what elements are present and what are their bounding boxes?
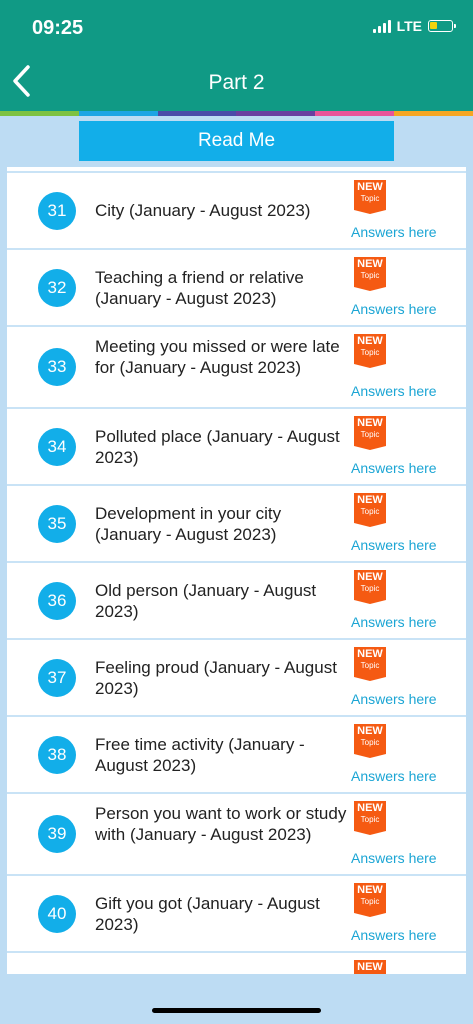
badge-new-label: NEW xyxy=(357,725,383,737)
new-topic-badge: NEWTopic xyxy=(354,570,386,604)
topic-number-badge: 39 xyxy=(38,815,76,853)
list-item[interactable]: 32 Teaching a friend or relative (January… xyxy=(7,248,466,325)
topic-number-badge: 40 xyxy=(38,894,76,933)
new-topic-badge: NEWTopic xyxy=(354,647,386,681)
answers-link[interactable]: Answers here xyxy=(351,301,437,317)
topic-title: Teaching a friend or relative (January -… xyxy=(95,267,304,308)
badge-new-label: NEW xyxy=(357,961,383,973)
new-topic-badge: NEWTopic xyxy=(354,416,386,450)
badge-new-label: NEW xyxy=(357,571,383,583)
status-time: 09:25 xyxy=(32,17,84,39)
read-me-button[interactable]: Read Me xyxy=(79,121,394,161)
topic-number-badge: 32 xyxy=(38,268,76,307)
badge-new-label: NEW xyxy=(357,494,383,506)
topic-title: Person you want to work or study with (J… xyxy=(95,803,347,844)
topic-number-badge: 38 xyxy=(38,735,76,774)
badge-topic-label: Topic xyxy=(360,584,380,593)
answers-link[interactable]: Answers here xyxy=(351,224,437,240)
topic-number-badge: 31 xyxy=(38,191,76,230)
topic-list[interactable]: 31 City (January - August 2023) Answers he… xyxy=(7,167,466,974)
list-item[interactable]: 39 Person you want to work or study with … xyxy=(7,792,466,874)
badge-new-label: NEW xyxy=(357,417,383,429)
color-stripe xyxy=(0,111,473,116)
list-item[interactable]: 31 City (January - August 2023) Answers he… xyxy=(7,171,466,248)
topic-title: Old person (January - August 2023) xyxy=(95,580,317,621)
topic-number-badge: 35 xyxy=(38,504,76,543)
status-indicators: LTE xyxy=(372,18,456,34)
topic-title: City (January - August 2023) xyxy=(95,201,311,220)
badge-topic-label: Topic xyxy=(360,194,380,203)
topic-title: Polluted place (January - August 2023) xyxy=(95,426,340,467)
list-item[interactable]: 37 Feeling proud (January - August 2023) A… xyxy=(7,638,466,715)
list-item[interactable]: 33 Meeting you missed or were late for (J… xyxy=(7,325,466,407)
list-item[interactable]: 36 Old person (January - August 2023) Answ… xyxy=(7,561,466,638)
stripe-segment xyxy=(236,111,316,116)
new-topic-badge: NEWTopic xyxy=(354,801,386,835)
battery-icon xyxy=(428,20,456,32)
list-item[interactable]: 34 Polluted place (January - August 2023)… xyxy=(7,407,466,484)
list-item[interactable]: NEWTopic xyxy=(7,951,466,974)
home-indicator[interactable] xyxy=(152,1008,321,1013)
badge-new-label: NEW xyxy=(357,648,383,660)
stripe-segment xyxy=(78,111,158,116)
badge-topic-label: Topic xyxy=(360,661,380,670)
answers-link[interactable]: Answers here xyxy=(351,768,437,784)
topic-title: Feeling proud (January - August 2023) xyxy=(95,657,337,698)
badge-topic-label: Topic xyxy=(360,430,380,439)
answers-link[interactable]: Answers here xyxy=(351,460,437,476)
topic-title: Free time activity (January - August 202… xyxy=(95,734,305,775)
new-topic-badge: NEWTopic xyxy=(354,257,386,291)
badge-new-label: NEW xyxy=(357,335,383,347)
new-topic-badge: NEWTopic xyxy=(354,334,386,368)
new-topic-badge: NEWTopic xyxy=(354,883,386,917)
new-topic-badge: NEWTopic xyxy=(354,724,386,758)
badge-new-label: NEW xyxy=(357,884,383,896)
stripe-segment xyxy=(315,111,395,116)
list-item[interactable]: 38 Free time activity (January - August 2… xyxy=(7,715,466,792)
badge-topic-label: Topic xyxy=(360,738,380,747)
page-title: Part 2 xyxy=(208,71,265,94)
answers-link[interactable]: Answers here xyxy=(351,850,437,866)
answers-link[interactable]: Answers here xyxy=(351,383,437,399)
new-topic-badge: NEWTopic xyxy=(354,493,386,527)
stripe-segment xyxy=(0,111,79,116)
list-item[interactable]: 40 Gift you got (January - August 2023) An… xyxy=(7,874,466,951)
answers-link[interactable]: Answers here xyxy=(351,537,437,553)
topic-number-badge: 33 xyxy=(38,348,76,386)
new-topic-badge: NEWTopic xyxy=(354,180,386,214)
new-topic-badge: NEWTopic xyxy=(354,960,386,974)
topic-number-badge: 34 xyxy=(38,427,76,466)
badge-topic-label: Topic xyxy=(360,897,380,906)
topic-title: Development in your city (January - Augu… xyxy=(95,503,282,544)
badge-new-label: NEW xyxy=(357,181,383,193)
badge-topic-label: Topic xyxy=(360,271,380,280)
topic-number-badge: 36 xyxy=(38,581,76,620)
topic-number-badge: 37 xyxy=(38,658,76,697)
badge-topic-label: Topic xyxy=(360,507,380,516)
topic-title: Meeting you missed or were late for (Jan… xyxy=(95,336,340,377)
answers-link[interactable]: Answers here xyxy=(351,927,437,943)
app-header: 09:25 LTE Part 2 xyxy=(0,0,473,112)
stripe-segment xyxy=(394,111,473,116)
list-item[interactable]: 35 Development in your city (January - Au… xyxy=(7,484,466,561)
badge-topic-label: Topic xyxy=(360,815,380,824)
badge-topic-label: Topic xyxy=(360,348,380,357)
badge-new-label: NEW xyxy=(357,802,383,814)
network-label: LTE xyxy=(396,18,422,34)
topic-title: Gift you got (January - August 2023) xyxy=(95,893,320,934)
stripe-segment xyxy=(157,111,237,116)
answers-link[interactable]: Answers here xyxy=(351,691,437,707)
signal-icon xyxy=(372,19,391,33)
answers-link[interactable]: Answers here xyxy=(351,614,437,630)
badge-new-label: NEW xyxy=(357,258,383,270)
